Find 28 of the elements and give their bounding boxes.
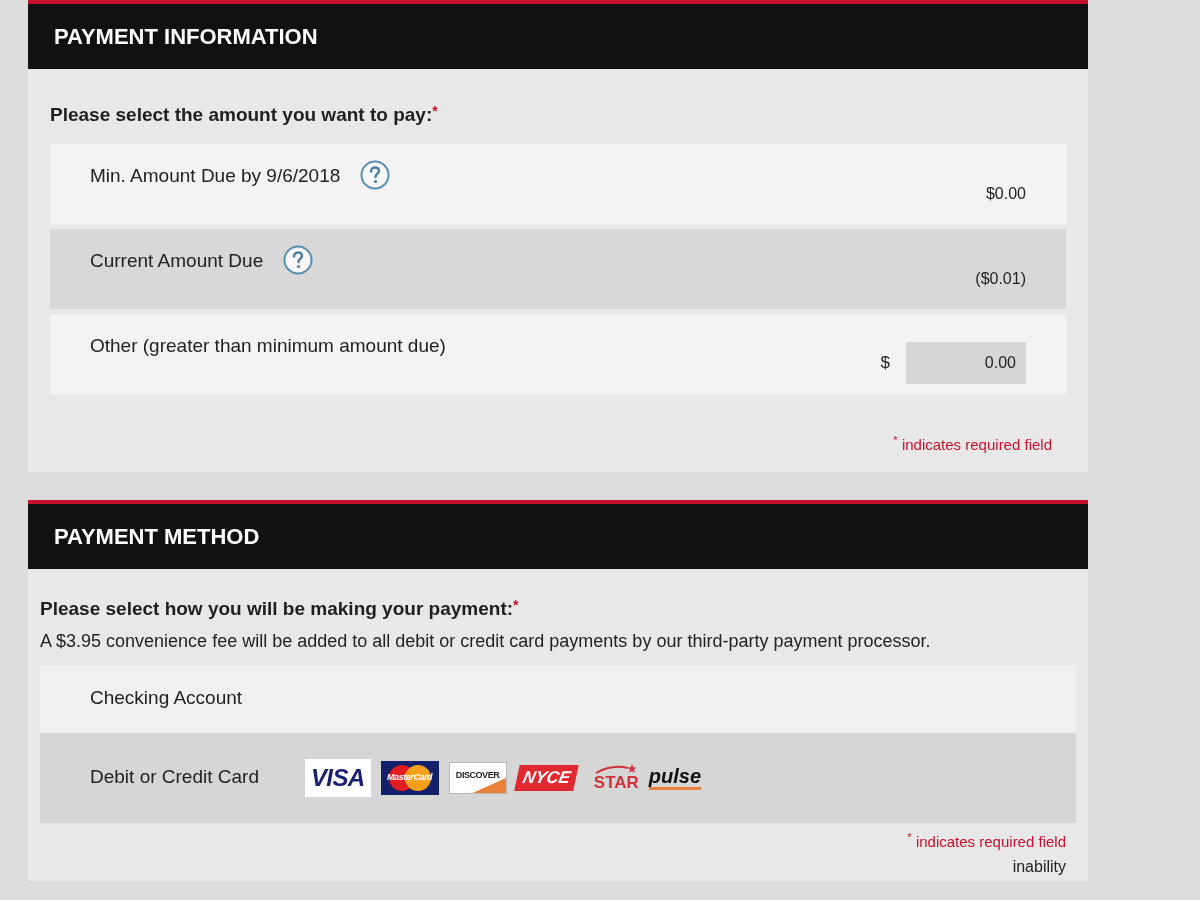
fee-notice: A $3.95 convenience fee will be added to all debit or credit card payments by our third-party payment processor. <box>40 629 932 653</box>
prompt-text: Please select how you will be making your payment:* <box>40 596 520 621</box>
option-label: Other (greater than minimum amount due) <box>90 333 446 358</box>
required-field-note: $^{*}$ indicates required field <box>893 433 1052 455</box>
amount-option[interactable]: Other (greater than minimum amount due) $ 0.00 <box>50 313 1066 394</box>
option-label: Checking Account <box>90 686 243 711</box>
card-logo: STAR <box>593 764 639 791</box>
card-logo: VISA <box>304 758 371 797</box>
amount-input[interactable]: 0.00 <box>906 341 1026 384</box>
card-logo: pulse <box>648 765 702 790</box>
amount-option[interactable]: Min. Amount Due by 9/6/2018 $0.00 <box>50 143 1066 224</box>
help-icon[interactable] <box>360 159 391 190</box>
currency-symbol: $ <box>880 351 890 374</box>
footer-text: inability <box>1012 857 1066 877</box>
option-label: Min. Amount Due by 9/6/2018 <box>90 163 341 188</box>
amount-value: ($0.01) <box>975 268 1026 289</box>
option-label: Debit or Credit Card <box>90 765 259 790</box>
payment-option[interactable]: Checking Account <box>40 664 1076 733</box>
card-logo: DISCOVER <box>448 761 507 794</box>
amount-option[interactable]: Current Amount Due ($0.01) <box>50 228 1066 309</box>
section-title: PAYMENT METHOD <box>54 523 260 551</box>
option-label: Current Amount Due <box>90 248 264 273</box>
required-field-note: $^{*}$ indicates required field <box>907 830 1066 852</box>
card-logo: NYCE <box>513 764 579 791</box>
help-icon[interactable] <box>283 244 314 275</box>
prompt-text: Please select the amount you want to pay:* <box>50 102 439 127</box>
amount-value: $0.00 <box>985 183 1026 204</box>
section-title: PAYMENT INFORMATION <box>54 23 318 51</box>
